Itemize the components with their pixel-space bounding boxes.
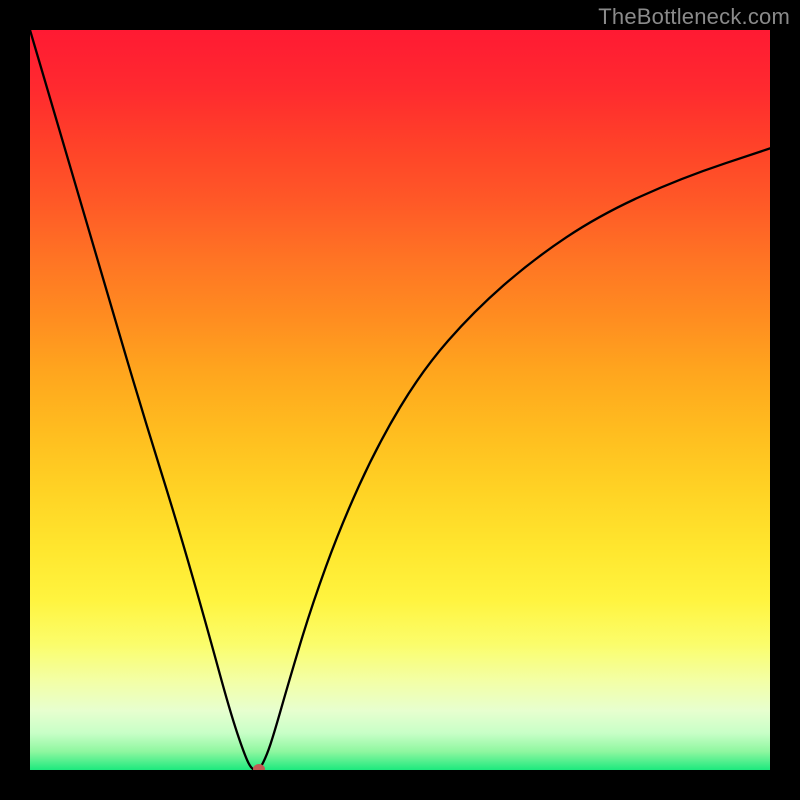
optimal-point-marker — [253, 764, 265, 770]
watermark-text: TheBottleneck.com — [598, 4, 790, 30]
chart-stage: TheBottleneck.com — [0, 0, 800, 800]
bottleneck-curve — [30, 30, 770, 770]
plot-area — [30, 30, 770, 770]
